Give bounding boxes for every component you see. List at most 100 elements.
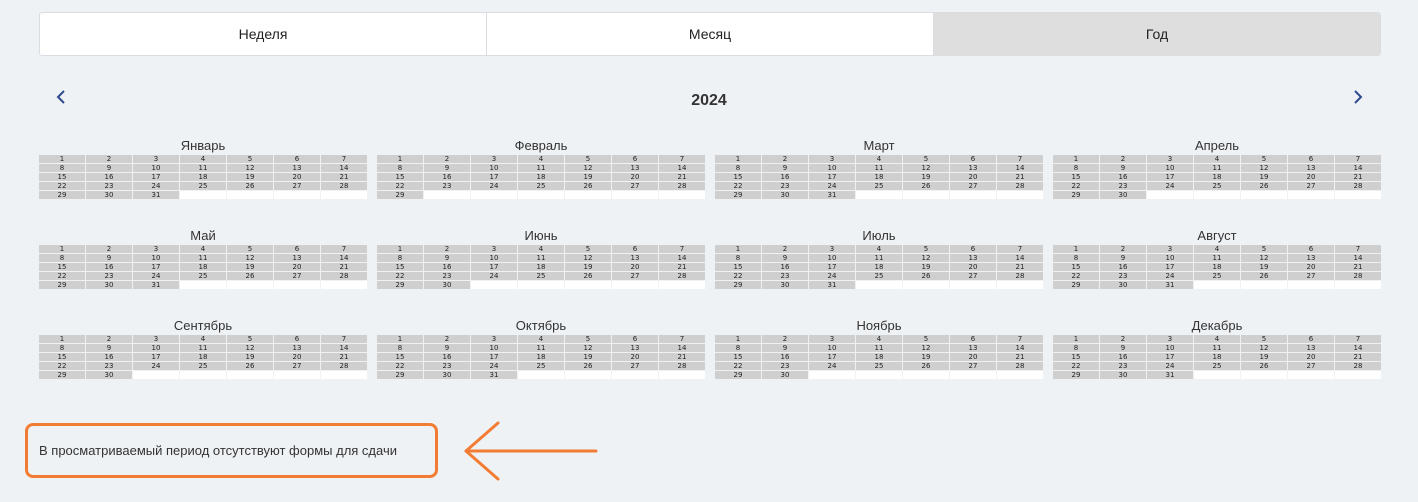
day-cell[interactable]: 8 (377, 254, 423, 262)
day-cell[interactable]: 3 (1147, 335, 1193, 343)
day-cell[interactable]: 13 (950, 344, 996, 352)
day-cell[interactable]: 21 (997, 263, 1043, 271)
day-cell[interactable]: 4 (856, 155, 902, 163)
day-cell[interactable]: 14 (321, 254, 367, 262)
day-cell[interactable]: 21 (997, 353, 1043, 361)
day-cell[interactable]: 7 (997, 155, 1043, 163)
day-cell[interactable]: 13 (274, 254, 320, 262)
day-cell[interactable]: 11 (180, 164, 226, 172)
day-cell[interactable]: 1 (377, 155, 423, 163)
day-cell[interactable]: 1 (39, 335, 85, 343)
day-cell[interactable]: 16 (1100, 353, 1146, 361)
day-cell[interactable]: 29 (1053, 371, 1099, 379)
chevron-right-icon[interactable] (1348, 86, 1368, 108)
day-cell[interactable]: 10 (809, 164, 855, 172)
day-cell[interactable]: 3 (809, 245, 855, 253)
day-cell[interactable]: 29 (1053, 191, 1099, 199)
day-cell[interactable]: 21 (659, 173, 705, 181)
day-cell[interactable]: 4 (518, 335, 564, 343)
day-cell[interactable]: 18 (1194, 353, 1240, 361)
day-cell[interactable]: 9 (86, 164, 132, 172)
day-cell[interactable]: 10 (1147, 254, 1193, 262)
day-cell[interactable]: 19 (1241, 263, 1287, 271)
day-cell[interactable]: 17 (133, 263, 179, 271)
day-cell[interactable]: 24 (1147, 182, 1193, 190)
day-cell[interactable]: 4 (856, 335, 902, 343)
day-cell[interactable]: 4 (856, 245, 902, 253)
day-cell[interactable]: 7 (659, 245, 705, 253)
day-cell[interactable]: 3 (471, 245, 517, 253)
day-cell[interactable]: 21 (321, 173, 367, 181)
day-cell[interactable]: 7 (321, 335, 367, 343)
day-cell[interactable]: 5 (565, 335, 611, 343)
day-cell[interactable]: 11 (180, 254, 226, 262)
day-cell[interactable]: 1 (1053, 245, 1099, 253)
day-cell[interactable]: 24 (471, 182, 517, 190)
day-cell[interactable]: 29 (377, 281, 423, 289)
day-cell[interactable]: 30 (424, 281, 470, 289)
day-cell[interactable]: 20 (1288, 353, 1334, 361)
day-cell[interactable]: 24 (809, 182, 855, 190)
day-cell[interactable]: 27 (612, 272, 658, 280)
day-cell[interactable]: 28 (659, 362, 705, 370)
day-cell[interactable]: 3 (1147, 155, 1193, 163)
day-cell[interactable]: 3 (471, 335, 517, 343)
day-cell[interactable]: 15 (1053, 263, 1099, 271)
day-cell[interactable]: 31 (1147, 281, 1193, 289)
day-cell[interactable]: 31 (133, 191, 179, 199)
day-cell[interactable]: 28 (997, 272, 1043, 280)
day-cell[interactable]: 14 (1335, 344, 1381, 352)
day-cell[interactable]: 19 (565, 173, 611, 181)
day-cell[interactable]: 4 (1194, 155, 1240, 163)
day-cell[interactable]: 16 (424, 173, 470, 181)
day-cell[interactable]: 3 (133, 155, 179, 163)
day-cell[interactable]: 29 (715, 191, 761, 199)
day-cell[interactable]: 6 (950, 155, 996, 163)
day-cell[interactable]: 21 (321, 263, 367, 271)
day-cell[interactable]: 6 (612, 245, 658, 253)
day-cell[interactable]: 20 (274, 263, 320, 271)
day-cell[interactable]: 16 (424, 263, 470, 271)
day-cell[interactable]: 28 (1335, 272, 1381, 280)
day-cell[interactable]: 24 (809, 362, 855, 370)
day-cell[interactable]: 19 (227, 263, 273, 271)
day-cell[interactable]: 18 (856, 173, 902, 181)
day-cell[interactable]: 6 (612, 335, 658, 343)
day-cell[interactable]: 24 (1147, 272, 1193, 280)
day-cell[interactable]: 5 (903, 335, 949, 343)
day-cell[interactable]: 27 (274, 272, 320, 280)
day-cell[interactable]: 11 (180, 344, 226, 352)
day-cell[interactable]: 25 (856, 362, 902, 370)
day-cell[interactable]: 1 (715, 335, 761, 343)
day-cell[interactable]: 17 (1147, 173, 1193, 181)
day-cell[interactable]: 8 (1053, 254, 1099, 262)
day-cell[interactable]: 13 (612, 164, 658, 172)
day-cell[interactable]: 28 (321, 182, 367, 190)
day-cell[interactable]: 19 (227, 173, 273, 181)
day-cell[interactable]: 17 (133, 173, 179, 181)
day-cell[interactable]: 8 (377, 344, 423, 352)
day-cell[interactable]: 8 (39, 254, 85, 262)
day-cell[interactable]: 26 (1241, 182, 1287, 190)
day-cell[interactable]: 24 (133, 362, 179, 370)
day-cell[interactable]: 25 (180, 272, 226, 280)
day-cell[interactable]: 2 (86, 155, 132, 163)
day-cell[interactable]: 10 (1147, 344, 1193, 352)
day-cell[interactable]: 6 (274, 335, 320, 343)
day-cell[interactable]: 15 (715, 173, 761, 181)
day-cell[interactable]: 26 (1241, 362, 1287, 370)
day-cell[interactable]: 30 (762, 191, 808, 199)
day-cell[interactable]: 2 (762, 335, 808, 343)
day-cell[interactable]: 30 (1100, 371, 1146, 379)
day-cell[interactable]: 29 (1053, 281, 1099, 289)
day-cell[interactable]: 15 (377, 263, 423, 271)
day-cell[interactable]: 22 (39, 182, 85, 190)
day-cell[interactable]: 9 (1100, 254, 1146, 262)
day-cell[interactable]: 24 (1147, 362, 1193, 370)
day-cell[interactable]: 9 (1100, 164, 1146, 172)
day-cell[interactable]: 26 (565, 272, 611, 280)
day-cell[interactable]: 1 (1053, 335, 1099, 343)
day-cell[interactable]: 27 (612, 362, 658, 370)
day-cell[interactable]: 9 (1100, 344, 1146, 352)
day-cell[interactable]: 26 (903, 272, 949, 280)
